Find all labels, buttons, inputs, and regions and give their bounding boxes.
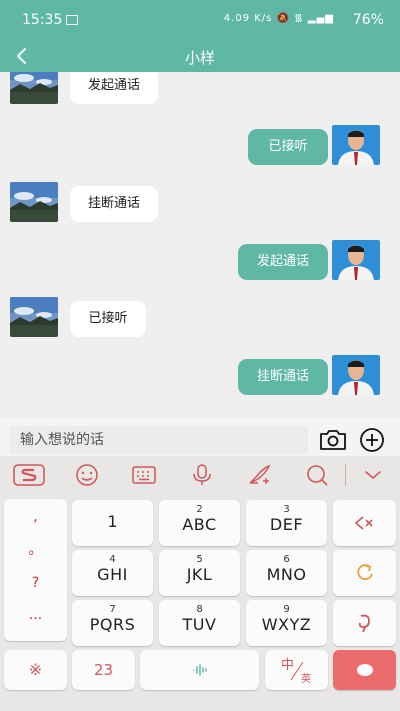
emoji-icon[interactable]	[74, 463, 100, 487]
punctuation-question[interactable]: ?	[4, 575, 67, 591]
toolbar-divider	[345, 464, 346, 486]
key-letters: MNO	[266, 565, 307, 584]
status-time: 15:35	[22, 12, 63, 28]
voice-wave-icon	[192, 664, 207, 676]
message-row: 挂断通话	[0, 355, 400, 399]
enter-key[interactable]	[333, 650, 396, 690]
punctuation-period[interactable]: 。	[4, 539, 67, 559]
key-6-mno[interactable]: 6 MNO	[246, 550, 327, 596]
key-label: 1	[107, 512, 118, 531]
symbol-key-label: ※	[28, 660, 43, 679]
key-letters: JKL	[186, 565, 213, 584]
handwriting-icon[interactable]	[246, 463, 272, 487]
mute-icon: 🔕	[276, 13, 291, 24]
symbol-key[interactable]: ※	[4, 650, 67, 690]
space-key[interactable]	[140, 650, 259, 690]
key-number: 3	[283, 504, 290, 515]
key-number: 6	[283, 554, 290, 565]
key-letters: GHI	[97, 565, 128, 584]
key-letters: DEF	[269, 515, 304, 534]
message-row: 挂断通话	[0, 182, 400, 226]
key-letters: TUV	[182, 615, 217, 634]
status-indicators: 4.09 K/s 🔕 ᯾ ▂▄▆	[224, 12, 334, 26]
user-avatar[interactable]	[332, 125, 380, 165]
key-5-jkl[interactable]: 5 JKL	[159, 550, 240, 596]
battery-level: 76%	[352, 12, 384, 28]
punctuation-comma[interactable]: ,	[4, 509, 67, 525]
message-input[interactable]	[10, 426, 308, 454]
key-letters: PQRS	[89, 615, 136, 634]
key-9-wxyz[interactable]: 9 WXYZ	[246, 600, 327, 646]
message-row: 发起通话	[0, 72, 400, 112]
message-row: 发起通话	[0, 240, 400, 284]
punctuation-column: , 。 ? ...	[4, 499, 67, 641]
network-speed: 4.09 K/s	[223, 13, 273, 24]
search-icon[interactable]	[304, 463, 330, 487]
collapse-keyboard-icon[interactable]	[360, 463, 386, 487]
voice-input-icon[interactable]	[189, 463, 215, 487]
message-row: 已接听	[0, 297, 400, 341]
keyboard-switch-icon[interactable]	[131, 463, 157, 487]
number-key[interactable]: 23	[72, 650, 135, 690]
backspace-icon	[354, 516, 373, 530]
message-bubble[interactable]: 挂断通话	[238, 359, 328, 395]
number-key-label: 23	[93, 661, 114, 679]
key-letters: ABC	[182, 515, 217, 534]
enter-icon	[356, 664, 373, 676]
message-bubble[interactable]: 发起通话	[238, 244, 328, 280]
key-number: 2	[196, 504, 203, 515]
message-bubble[interactable]: 挂断通话	[70, 186, 158, 222]
chat-title: 小样	[184, 49, 215, 67]
message-bubble[interactable]: 已接听	[70, 301, 146, 337]
sogou-logo-icon[interactable]	[13, 463, 45, 487]
message-bubble[interactable]: 已接听	[248, 129, 328, 165]
lang-slash-icon	[290, 661, 304, 681]
app-bar: 小样	[0, 42, 400, 72]
key-number: 4	[109, 554, 116, 565]
user-avatar[interactable]	[332, 240, 380, 280]
rephrase-key[interactable]	[333, 600, 396, 646]
key-3-def[interactable]: 3 DEF	[246, 500, 327, 546]
gallery-notification-icon	[66, 15, 78, 25]
cn-en-switch-key[interactable]: 中 英	[265, 650, 328, 690]
wifi-icon: ᯾	[294, 13, 304, 24]
message-row: 已接听	[0, 125, 400, 169]
key-number: 7	[109, 604, 116, 615]
reset-key[interactable]	[333, 550, 396, 596]
contact-avatar[interactable]	[10, 297, 58, 337]
key-4-ghi[interactable]: 4 GHI	[72, 550, 153, 596]
key-number: 8	[196, 604, 203, 615]
reset-icon	[356, 564, 373, 581]
message-bubble[interactable]: 发起通话	[70, 72, 158, 104]
signal-icon: ▂▄▆	[307, 13, 334, 24]
keyboard-toolbar	[0, 456, 400, 494]
punctuation-more[interactable]: ...	[4, 607, 67, 623]
camera-icon[interactable]	[318, 428, 348, 452]
backspace-key[interactable]	[333, 500, 396, 546]
rephrase-icon	[358, 614, 370, 633]
key-number: 9	[283, 604, 290, 615]
contact-avatar[interactable]	[10, 72, 58, 104]
key-number: 5	[196, 554, 203, 565]
key-1[interactable]: 1	[72, 500, 153, 546]
message-input-bar	[0, 418, 400, 456]
contact-avatar[interactable]	[10, 182, 58, 222]
add-attachment-icon[interactable]	[359, 427, 385, 453]
user-avatar[interactable]	[332, 355, 380, 395]
key-2-abc[interactable]: 2 ABC	[159, 500, 240, 546]
status-bar: 15:35 4.09 K/s 🔕 ᯾ ▂▄▆ 76%	[0, 0, 400, 42]
key-8-tuv[interactable]: 8 TUV	[159, 600, 240, 646]
chat-message-list[interactable]: 发起通话 已接听 挂断通话 发起通话 已接听 挂断通话	[0, 72, 400, 418]
ime-keyboard: , 。 ? ... 1 2 ABC 3 DEF 4 GHI 5 JKL 6 MN…	[0, 456, 400, 711]
key-letters: WXYZ	[261, 615, 312, 634]
key-7-pqrs[interactable]: 7 PQRS	[72, 600, 153, 646]
